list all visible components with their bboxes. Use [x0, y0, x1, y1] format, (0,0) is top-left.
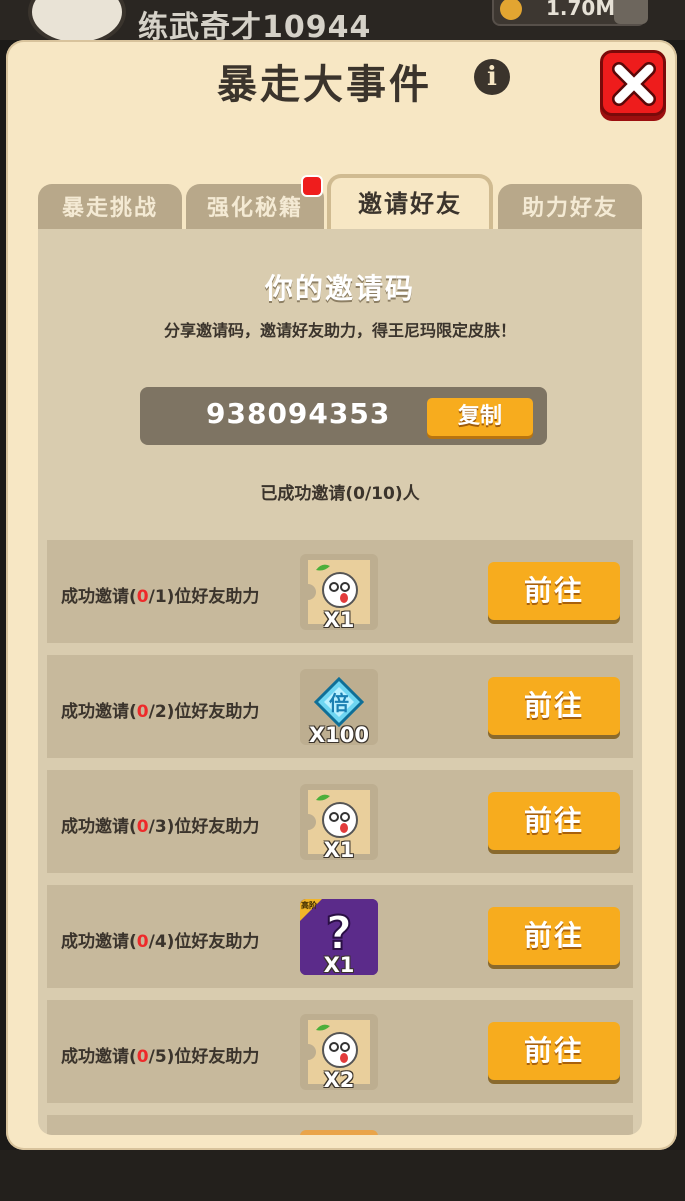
close-button[interactable]	[600, 50, 666, 116]
go-button[interactable]: 前往	[488, 677, 620, 735]
currency-display: 1.70M	[492, 0, 648, 26]
invite-count: 已成功邀请(0/10)人	[260, 484, 420, 504]
wangnima-skin-icon: X2	[300, 1014, 378, 1090]
tab-bar: 暴走挑战 强化秘籍 邀请好友 助力好友	[38, 174, 642, 232]
copy-button[interactable]: 复制	[427, 398, 533, 436]
currency-amount: 1.70M	[546, 0, 616, 20]
task-label: 成功邀请(0/4)位好友助力	[61, 932, 260, 952]
svg-text:?: ?	[326, 906, 353, 960]
task-row: 成功邀请(0/3)位好友助力 X1 前往	[47, 770, 633, 873]
reward-quantity: X2	[323, 1068, 355, 1090]
tab-rampage-challenge[interactable]: 暴走挑战	[38, 184, 182, 230]
info-icon[interactable]: i	[474, 59, 510, 95]
reward-quantity: X100	[308, 723, 370, 745]
go-button[interactable]: 前往	[488, 1022, 620, 1080]
go-button[interactable]: 前往	[488, 907, 620, 965]
invite-code-value: 938094353	[206, 397, 391, 430]
reward-tag: 高阶	[301, 901, 317, 910]
close-icon	[612, 62, 656, 106]
reward-icon-partial	[300, 1130, 378, 1135]
mystery-box-icon: ? 高阶 X1	[300, 899, 378, 975]
reward-quantity: X1	[323, 608, 355, 630]
wangnima-skin-icon: X1	[300, 554, 378, 630]
task-row-partial	[47, 1115, 633, 1135]
wangnima-skin-icon: X1	[300, 784, 378, 860]
reward-quantity: X1	[323, 838, 355, 860]
notification-badge	[301, 175, 323, 197]
task-row: 成功邀请(0/4)位好友助力 ? 高阶 X1 前往	[47, 885, 633, 988]
reward-quantity: X1	[323, 953, 355, 975]
background-header: 练武奇才10944 1.70M	[0, 0, 685, 46]
add-currency-icon	[614, 0, 648, 24]
multiplier-gem-icon: 倍 X100	[300, 669, 378, 745]
task-row: 成功邀请(0/1)位好友助力 X1 前往	[47, 540, 633, 643]
invite-content: 你的邀请码 分享邀请码，邀请好友助力，得王尼玛限定皮肤！ 938094353 复…	[38, 229, 642, 1135]
coin-icon	[500, 0, 522, 20]
task-label: 成功邀请(0/3)位好友助力	[61, 817, 260, 837]
background-footer	[0, 1150, 685, 1201]
invite-description: 分享邀请码，邀请好友助力，得王尼玛限定皮肤！	[163, 321, 516, 340]
go-button[interactable]: 前往	[488, 562, 620, 620]
task-label: 成功邀请(0/1)位好友助力	[61, 587, 260, 607]
task-row: 成功邀请(0/5)位好友助力 X2 前往	[47, 1000, 633, 1103]
tab-help-friends[interactable]: 助力好友	[498, 184, 642, 230]
task-row: 成功邀请(0/2)位好友助力 倍 X100 前往	[47, 655, 633, 758]
svg-text:倍: 倍	[329, 691, 349, 715]
dialog-title: 暴走大事件	[217, 62, 432, 108]
invite-code-heading: 你的邀请码	[264, 272, 415, 305]
tab-invite-friends[interactable]: 邀请好友	[327, 174, 493, 232]
invite-code-box: 938094353 复制	[140, 387, 547, 445]
task-label: 成功邀请(0/2)位好友助力	[61, 702, 260, 722]
task-label: 成功邀请(0/5)位好友助力	[61, 1047, 260, 1067]
go-button[interactable]: 前往	[488, 792, 620, 850]
